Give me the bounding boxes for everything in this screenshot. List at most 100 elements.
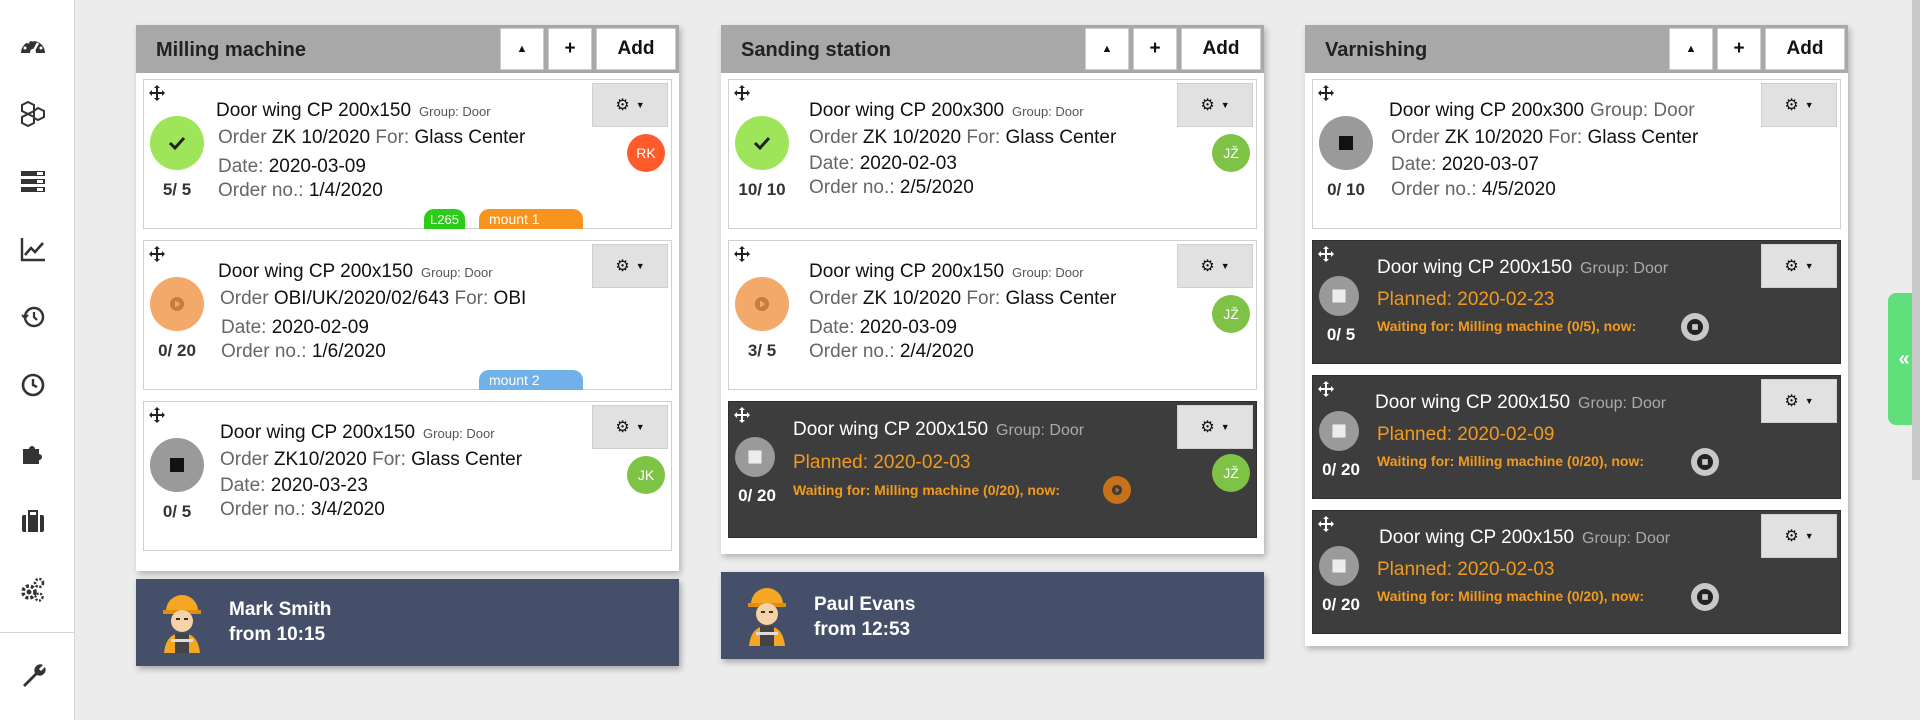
chart-icon[interactable]	[18, 234, 48, 264]
puzzle-icon[interactable]	[18, 438, 48, 468]
play-status-icon[interactable]	[150, 277, 204, 331]
stop-icon[interactable]	[1681, 313, 1709, 341]
add-button[interactable]: Add	[1765, 28, 1845, 70]
date-value: 2020-03-09	[859, 317, 957, 338]
move-icon[interactable]	[1317, 245, 1335, 263]
planned-date: Planned: 2020-02-09	[1377, 424, 1555, 445]
card-settings-button[interactable]: ⚙ ▼	[1177, 244, 1253, 288]
settings-icon[interactable]	[18, 574, 48, 604]
stop-status-icon[interactable]	[150, 438, 204, 492]
list-icon[interactable]	[18, 166, 48, 196]
tag-l265: L265	[424, 209, 465, 229]
card-settings-button[interactable]: ⚙ ▼	[1761, 514, 1837, 558]
stop-status-icon[interactable]	[1319, 546, 1359, 586]
production-card[interactable]: 0/ 20 Door wing CP 200x150 Group: Door Or…	[143, 240, 672, 390]
collapse-button[interactable]: ▲	[1669, 28, 1713, 70]
order-value: ZK 10/2020	[1444, 127, 1544, 148]
caret-down-icon: ▼	[635, 100, 645, 110]
move-icon[interactable]	[1317, 84, 1335, 102]
card-title: Door wing CP 200x150	[218, 261, 414, 282]
date-value: 2020-03-23	[270, 475, 368, 496]
move-icon[interactable]	[1317, 515, 1335, 533]
play-status-icon[interactable]	[735, 277, 789, 331]
waiting-for: Waiting for: Milling machine (0/20), now…	[793, 482, 1061, 498]
card-settings-button[interactable]: ⚙ ▼	[592, 83, 668, 127]
planned-date: Planned: 2020-02-03	[793, 452, 971, 473]
avatar[interactable]: RK	[627, 134, 665, 172]
order-no-label: Order no.:	[221, 341, 307, 362]
for-label: For:	[454, 288, 489, 309]
play-icon[interactable]	[1103, 476, 1131, 504]
stop-icon[interactable]	[1691, 583, 1719, 611]
worker-panel[interactable]: Mark Smith from 10:15	[136, 579, 679, 666]
planned-card[interactable]: 0/ 20 Door wing CP 200x150 Group: Door Pl…	[728, 401, 1257, 538]
caret-up-icon: ▲	[1101, 43, 1113, 55]
plus-button[interactable]: +	[548, 28, 592, 70]
production-card[interactable]: 3/ 5 Door wing CP 200x150 Group: Door Ord…	[728, 240, 1257, 390]
dashboard-icon[interactable]	[18, 32, 48, 62]
card-group: Group: Door	[1578, 395, 1667, 412]
worker-panel[interactable]: Paul Evans from 12:53	[721, 572, 1264, 659]
stop-status-icon[interactable]	[1319, 116, 1373, 170]
planned-card[interactable]: 0/ 20 Door wing CP 200x150 Group: Door Pl…	[1312, 510, 1841, 634]
stop-icon[interactable]	[1691, 448, 1719, 476]
stop-status-icon[interactable]	[735, 437, 775, 477]
card-settings-button[interactable]: ⚙ ▼	[1177, 405, 1253, 449]
card-title: Door wing CP 200x300	[1389, 100, 1585, 121]
planned-card[interactable]: 0/ 5 Door wing CP 200x150 Group: Door Pla…	[1312, 240, 1841, 364]
card-settings-button[interactable]: ⚙ ▼	[1177, 83, 1253, 127]
done-status-icon[interactable]	[150, 116, 204, 170]
move-icon[interactable]	[733, 406, 751, 424]
production-card[interactable]: 5/ 5 Door wing CP 200x150 Group: Door Ord…	[143, 79, 672, 229]
caret-down-icon: ▼	[635, 422, 645, 432]
plus-button[interactable]: +	[1717, 28, 1761, 70]
stop-status-icon[interactable]	[1319, 411, 1359, 451]
card-settings-button[interactable]: ⚙ ▼	[592, 244, 668, 288]
wrench-icon[interactable]	[18, 660, 48, 690]
add-button[interactable]: Add	[1181, 28, 1261, 70]
gear-icon: ⚙	[1200, 419, 1215, 436]
avatar[interactable]: JK	[627, 456, 665, 494]
cubes-icon[interactable]	[18, 98, 48, 128]
move-icon[interactable]	[733, 84, 751, 102]
quantity: 3/ 5	[747, 341, 777, 360]
card-settings-button[interactable]: ⚙ ▼	[1761, 83, 1837, 127]
worker-name: Mark Smith	[229, 599, 332, 620]
quantity: 0/ 20	[738, 486, 776, 505]
avatar[interactable]: JŽ	[1212, 134, 1250, 172]
gear-icon: ⚙	[1784, 97, 1799, 114]
quantity: 0/ 10	[1327, 180, 1365, 199]
production-card[interactable]: 0/ 10 Door wing CP 200x300 Group: Door Or…	[1312, 79, 1841, 229]
move-icon[interactable]	[148, 406, 166, 424]
move-icon[interactable]	[733, 245, 751, 263]
move-icon[interactable]	[1317, 380, 1335, 398]
collapse-button[interactable]: ▲	[500, 28, 544, 70]
card-settings-button[interactable]: ⚙ ▼	[1761, 379, 1837, 423]
card-group: Group: Door	[1582, 530, 1671, 547]
planned-card[interactable]: 0/ 20 Door wing CP 200x150 Group: Door Pl…	[1312, 375, 1841, 499]
page-scrollbar[interactable]	[1912, 0, 1920, 480]
customer-value: OBI	[493, 288, 527, 309]
avatar[interactable]: JŽ	[1212, 295, 1250, 333]
production-card[interactable]: 0/ 5 Door wing CP 200x150 Group: Door Ord…	[143, 401, 672, 551]
order-no-value: 2/5/2020	[899, 177, 974, 198]
column-header: Milling machine ▲ + Add	[136, 25, 679, 73]
done-status-icon[interactable]	[735, 116, 789, 170]
production-card[interactable]: 10/ 10 Door wing CP 200x300 Group: Door O…	[728, 79, 1257, 229]
collapse-button[interactable]: ▲	[1085, 28, 1129, 70]
card-settings-button[interactable]: ⚙ ▼	[1761, 244, 1837, 288]
order-label: Order	[220, 449, 269, 470]
briefcase-icon[interactable]	[18, 506, 48, 536]
quantity: 5/ 5	[162, 180, 192, 199]
card-group: Group: Door	[996, 422, 1085, 439]
avatar[interactable]: JŽ	[1212, 454, 1250, 492]
stop-status-icon[interactable]	[1319, 276, 1359, 316]
clock-icon[interactable]	[18, 370, 48, 400]
card-settings-button[interactable]: ⚙ ▼	[592, 405, 668, 449]
move-icon[interactable]	[148, 245, 166, 263]
add-button[interactable]: Add	[596, 28, 676, 70]
order-value: ZK 10/2020	[862, 288, 962, 309]
plus-button[interactable]: +	[1133, 28, 1177, 70]
history-icon[interactable]	[18, 302, 48, 332]
move-icon[interactable]	[148, 84, 166, 102]
